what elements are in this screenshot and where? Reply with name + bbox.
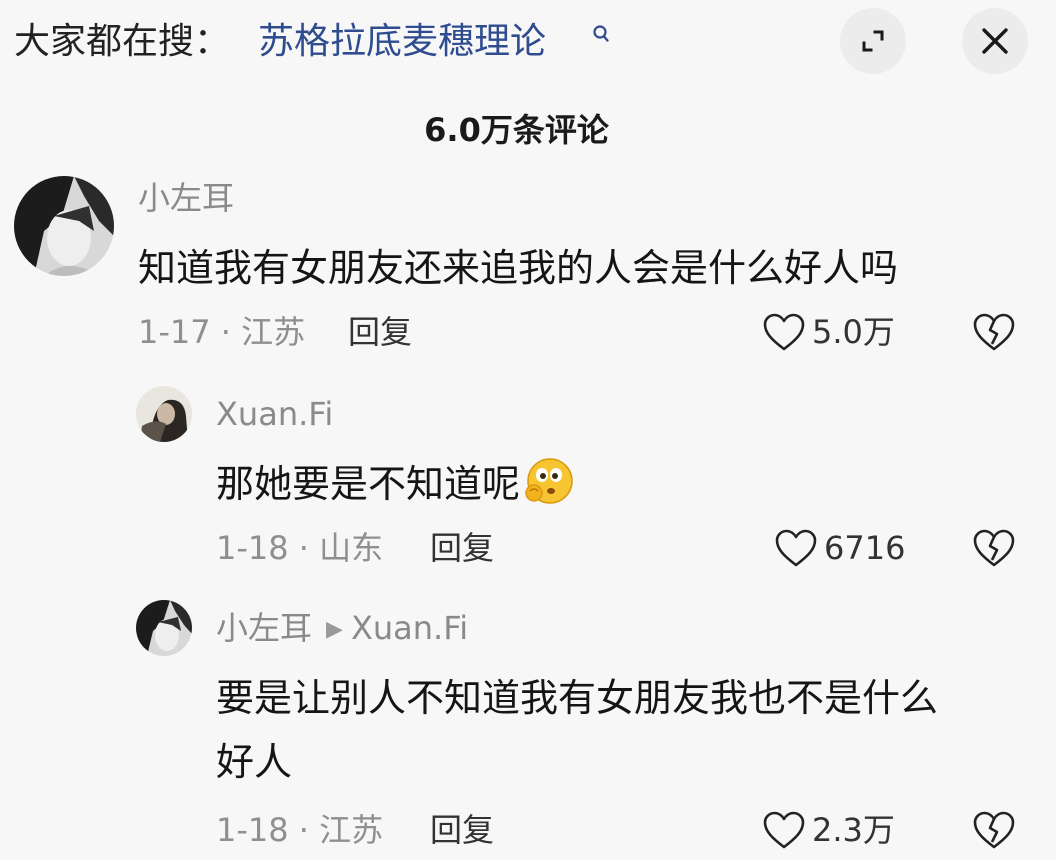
comment-username[interactable]: Xuan.Fi xyxy=(216,394,333,434)
search-suggestion-prefix: 大家都在搜： xyxy=(14,21,231,62)
broken-heart-icon[interactable] xyxy=(972,808,1016,852)
search-suggestion-link[interactable]: 苏格拉底麦穗理论 xyxy=(258,20,546,64)
heart-icon xyxy=(763,811,805,849)
reply-target[interactable]: Xuan.Fi xyxy=(351,609,468,647)
reply-button[interactable]: 回复 xyxy=(348,312,412,352)
broken-heart-icon[interactable] xyxy=(972,526,1016,570)
avatar[interactable] xyxy=(136,386,192,442)
comment-meta: 1-18 · 山东 xyxy=(216,529,384,567)
broken-heart-icon[interactable] xyxy=(972,310,1016,354)
reply-button[interactable]: 回复 xyxy=(430,810,494,850)
heart-icon xyxy=(763,313,805,351)
reply-button[interactable]: 回复 xyxy=(430,528,494,568)
close-icon xyxy=(982,28,1008,54)
thinking-face-emoji xyxy=(525,458,573,504)
comment-text-line: 好人 xyxy=(216,740,293,784)
comment-username: 小左耳 ▶ Xuan.Fi xyxy=(216,608,468,650)
avatar[interactable] xyxy=(14,176,114,276)
like-button[interactable]: 6716 xyxy=(774,526,905,570)
comment-text: 那她要是不知道呢 xyxy=(216,452,996,516)
reply-author[interactable]: 小左耳 xyxy=(216,609,312,647)
close-button[interactable] xyxy=(962,8,1028,74)
comment-meta: 1-17 · 江苏 xyxy=(138,313,306,351)
expand-button[interactable] xyxy=(840,8,906,74)
avatar[interactable] xyxy=(136,600,192,656)
comment-username[interactable]: 小左耳 xyxy=(138,178,234,218)
comment-text: 要是让别人不知道我有女朋友我也不是什么 好人 xyxy=(216,666,1026,794)
comments-page: 大家都在搜： 苏格拉底麦穗理论 6.0万条评论 小左耳 知道我有女朋友还来追我的… xyxy=(0,0,1056,860)
heart-icon xyxy=(775,529,817,567)
comment-text: 知道我有女朋友还来追我的人会是什么好人吗 xyxy=(138,246,899,290)
reply-arrow-icon: ▶ xyxy=(326,617,343,642)
comment-text-line: 要是让别人不知道我有女朋友我也不是什么 xyxy=(216,676,939,720)
like-count: 2.3万 xyxy=(812,811,895,849)
comment-text-body: 那她要是不知道呢 xyxy=(216,462,521,506)
like-button[interactable]: 2.3万 xyxy=(762,808,895,852)
comment-meta: 1-18 · 江苏 xyxy=(216,811,384,849)
like-button[interactable]: 5.0万 xyxy=(762,310,895,354)
search-icon[interactable] xyxy=(592,24,612,46)
like-count: 5.0万 xyxy=(812,313,895,351)
comment-count-title: 6.0万条评论 xyxy=(424,111,609,149)
like-count: 6716 xyxy=(824,529,906,567)
expand-icon xyxy=(862,30,884,52)
